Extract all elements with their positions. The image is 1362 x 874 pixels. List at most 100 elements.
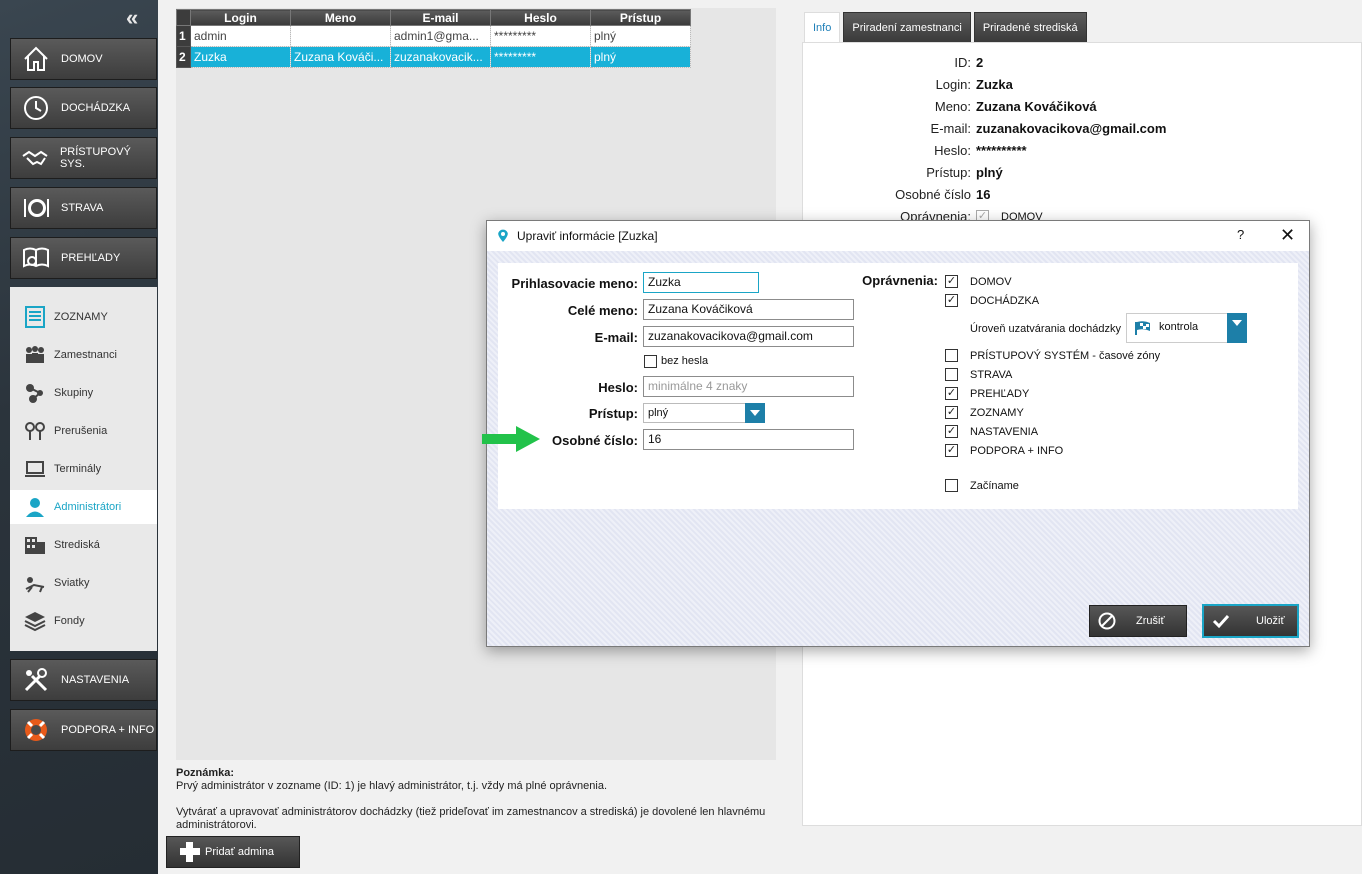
clock-icon	[19, 91, 53, 125]
login-input[interactable]: Zuzka	[643, 272, 759, 293]
nav-dochadzka[interactable]: DOCHÁDZKA	[10, 87, 157, 129]
checkered-flag-icon	[1135, 321, 1150, 335]
detail-label: ID:	[954, 55, 971, 70]
column-header[interactable]: Prístup	[590, 9, 691, 26]
nav-strava[interactable]: STRAVA	[10, 187, 157, 229]
cell-meno[interactable]: Zuzana Kováči...	[290, 46, 391, 68]
nav-label: Skupiny	[54, 387, 94, 399]
chevron-down-icon[interactable]	[745, 403, 765, 423]
cell-login[interactable]: Zuzka	[190, 46, 291, 68]
cell-login[interactable]: admin	[190, 25, 291, 47]
nav-label: STRAVA	[61, 202, 104, 214]
add-admin-button[interactable]: Pridať admina	[166, 836, 300, 868]
lounger-icon	[22, 570, 48, 596]
cell-heslo[interactable]: *********	[490, 46, 591, 68]
nav-zamestnanci[interactable]: Zamestnanci	[10, 338, 157, 372]
name-input[interactable]: Zuzana Kováčiková	[643, 299, 854, 320]
nav-label: Terminály	[54, 463, 102, 475]
nav-nastavenia[interactable]: NASTAVENIA	[10, 659, 157, 701]
nav-strediska[interactable]: Strediská	[10, 528, 157, 562]
perm-checkbox-strava[interactable]	[945, 368, 958, 381]
nav-skupiny[interactable]: Skupiny	[10, 376, 157, 410]
nav-zoznamy[interactable]: ZOZNAMY	[10, 300, 157, 334]
cell-heslo[interactable]: *********	[490, 25, 591, 47]
nav-label: DOMOV	[61, 53, 103, 65]
detail-value: 16	[976, 187, 991, 202]
cell-email[interactable]: zuzanakovacik...	[390, 46, 491, 68]
nav-terminaly[interactable]: Terminály	[10, 452, 157, 486]
collapse-sidebar-icon[interactable]: «	[126, 7, 146, 29]
save-button[interactable]: Uložiť	[1202, 604, 1299, 638]
detail-value: zuzanakovacikova@gmail.com	[976, 121, 1167, 136]
detail-row-id: ID: 2	[803, 52, 1362, 74]
cell-pristup[interactable]: plný	[590, 25, 691, 47]
chevron-down-icon[interactable]	[1227, 313, 1247, 343]
perm-checkbox-dochadzka[interactable]: ✓	[945, 294, 958, 307]
perm-checkbox-nastavenia[interactable]: ✓	[945, 425, 958, 438]
book-search-icon	[19, 241, 53, 275]
close-button[interactable]: ✕	[1280, 225, 1295, 246]
nav-prerusenia[interactable]: Prerušenia	[10, 414, 157, 448]
people-icon	[22, 342, 48, 368]
nav-label: PRÍSTUPOVÝ SYS.	[59, 146, 131, 170]
table-row[interactable]: 2 Zuzka Zuzana Kováči... zuzanakovacik..…	[176, 46, 691, 68]
nav-administratori[interactable]: Administrátori	[10, 490, 157, 524]
nav-sviatky[interactable]: Sviatky	[10, 566, 157, 600]
permissions-label: Oprávnenia:	[862, 273, 938, 288]
perm-label: PRÍSTUPOVÝ SYSTÉM - časové zóny	[970, 350, 1161, 362]
help-button[interactable]: ?	[1237, 227, 1244, 242]
cell-pristup[interactable]: plný	[590, 46, 691, 68]
perm-checkbox-zaciname[interactable]	[945, 479, 958, 492]
column-header[interactable]: Login	[190, 9, 291, 26]
nav-label: Fondy	[54, 615, 85, 627]
closing-level-select[interactable]: kontrola	[1126, 313, 1247, 343]
cancel-button[interactable]: Zrušiť	[1089, 605, 1187, 637]
access-select-value: plný	[648, 407, 669, 419]
access-select[interactable]: plný	[643, 403, 765, 423]
tab-assigned-centers[interactable]: Priradené strediská	[973, 12, 1087, 42]
table-row[interactable]: 1 admin admin1@gma... ********* plný	[176, 25, 691, 47]
detail-value: **********	[976, 143, 1027, 158]
detail-row-heslo: Heslo: **********	[803, 140, 1362, 162]
login-label: Prihlasovacie meno:	[511, 276, 638, 291]
perm-checkbox-podpora-info[interactable]: ✓	[945, 444, 958, 457]
no-password-checkbox[interactable]	[644, 355, 657, 368]
detail-label: Osobné číslo	[895, 187, 971, 202]
nav-podpora-info[interactable]: PODPORA + INFO	[10, 709, 157, 751]
perm-checkbox-domov[interactable]: ✓	[945, 275, 958, 288]
detail-value: Zuzka	[976, 77, 1013, 92]
detail-label: E-mail:	[930, 121, 971, 136]
nav-domov[interactable]: DOMOV	[10, 38, 157, 80]
perm-label: PREHĽADY	[970, 388, 1030, 400]
closing-level-label: Úroveň uzatvárania dochádzky	[970, 323, 1122, 335]
cell-meno[interactable]	[290, 25, 391, 47]
lifebuoy-icon	[19, 713, 53, 747]
column-header[interactable]: Heslo	[490, 9, 591, 26]
lists-submenu: ZOZNAMY Zamestnanci Skupiny Prerušenia T…	[10, 287, 157, 651]
nav-pristupovy-sys[interactable]: PRÍSTUPOVÝ SYS.	[10, 137, 157, 179]
password-input[interactable]: minimálne 4 znaky	[643, 376, 854, 397]
personal-number-input[interactable]: 16	[643, 429, 854, 450]
tab-assigned-employees[interactable]: Priradení zamestnanci	[843, 12, 971, 42]
cancel-label: Zrušiť	[1136, 615, 1165, 627]
password-label: Heslo:	[598, 380, 638, 395]
perm-checkbox-zoznamy[interactable]: ✓	[945, 406, 958, 419]
column-header[interactable]: E-mail	[390, 9, 491, 26]
cell-email[interactable]: admin1@gma...	[390, 25, 491, 47]
nav-fondy[interactable]: Fondy	[10, 604, 157, 638]
layers-icon	[22, 608, 48, 634]
detail-label: Meno:	[934, 99, 971, 114]
list-icon	[22, 304, 48, 330]
dialog-title: Upraviť informácie [Zuzka]	[517, 229, 658, 243]
perm-label: ZOZNAMY	[970, 407, 1024, 419]
perm-checkbox-prehlady[interactable]: ✓	[945, 387, 958, 400]
access-label: Prístup:	[588, 406, 638, 421]
column-header[interactable]: Meno	[290, 9, 391, 26]
perm-label: DOCHÁDZKA	[970, 295, 1040, 307]
nav-label: Prerušenia	[54, 425, 108, 437]
laptop-icon	[22, 456, 48, 482]
email-input[interactable]: zuzanakovacikova@gmail.com	[643, 326, 854, 347]
tab-info[interactable]: Info	[804, 12, 841, 42]
perm-checkbox-pristupovy-system[interactable]	[945, 349, 958, 362]
nav-prehlady[interactable]: PREHĽADY	[10, 237, 157, 279]
